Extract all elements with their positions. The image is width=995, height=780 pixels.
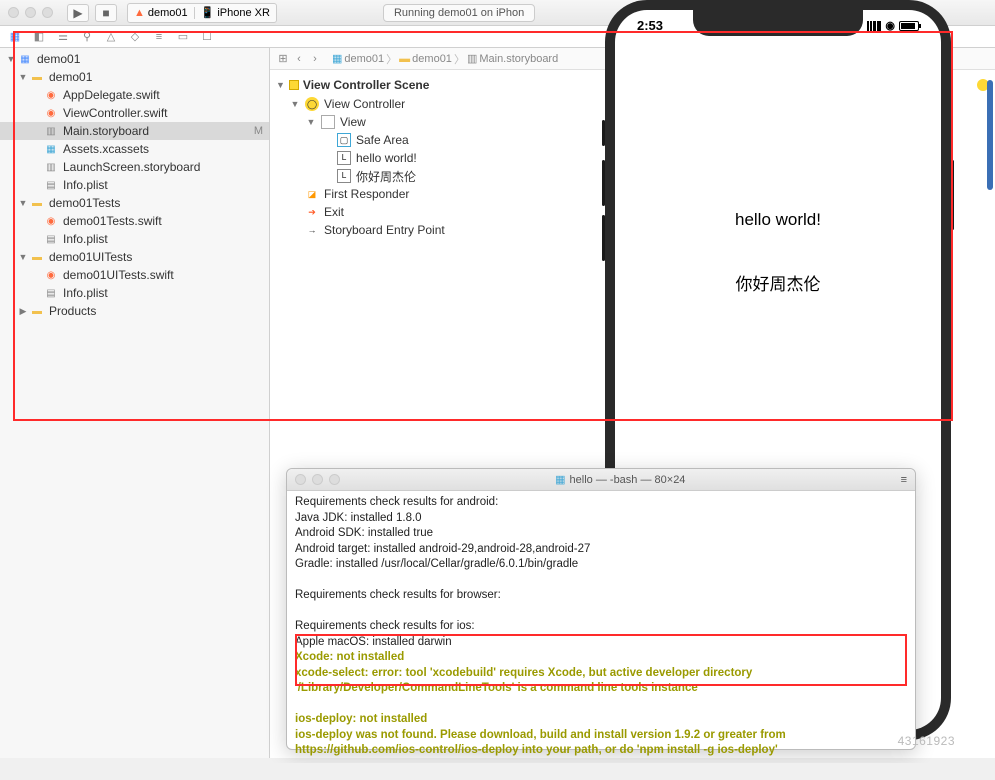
- safearea-icon: ▢: [337, 133, 351, 147]
- nav-item-demo01tests-swift[interactable]: ◉demo01Tests.swift: [0, 212, 269, 230]
- label-icon: L: [337, 169, 351, 183]
- crumb-2[interactable]: demo01: [412, 53, 452, 65]
- plist-icon: ▤: [43, 232, 59, 246]
- plist-icon: ▤: [43, 286, 59, 300]
- nav-tab-icon[interactable]: ☐: [200, 30, 214, 43]
- sim-volume-up[interactable]: [602, 160, 605, 206]
- sb-icon: ▥: [43, 124, 59, 138]
- window-controls: [8, 7, 53, 18]
- terminal-titlebar: ▦ hello — -bash — 80×24 ≡: [287, 469, 915, 491]
- terminal-output[interactable]: Requirements check results for android: …: [287, 491, 915, 763]
- proj-icon: ▦: [17, 52, 33, 66]
- app-label-1: hello world!: [615, 210, 941, 230]
- nav-item-demo01[interactable]: ▼▬demo01: [0, 68, 269, 86]
- forward-icon[interactable]: ›: [308, 53, 322, 65]
- project-nav-icon[interactable]: ▦: [8, 30, 22, 43]
- nav-item-demo01[interactable]: ▼▦demo01: [0, 50, 269, 68]
- minimize-dot[interactable]: [25, 7, 36, 18]
- page-scrollbar[interactable]: [987, 80, 993, 190]
- app-content: hello world! 你好周杰伦: [615, 210, 941, 335]
- firstresponder-icon: ◪: [305, 187, 319, 201]
- vc-icon: ◯: [305, 97, 319, 111]
- assets-icon: ▦: [43, 142, 59, 156]
- issue-icon[interactable]: △: [104, 30, 118, 43]
- search-icon[interactable]: ⚲: [80, 30, 94, 43]
- exit-icon: ➔: [305, 205, 319, 219]
- grid-icon[interactable]: ⊞: [276, 52, 290, 65]
- sim-status-bar: 2:53 ◉: [615, 18, 941, 33]
- sim-mute-switch[interactable]: [602, 120, 605, 146]
- swift-icon: ◉: [43, 106, 59, 120]
- sim-power-button[interactable]: [951, 160, 954, 230]
- crumb-1[interactable]: demo01: [344, 53, 384, 65]
- nav-tab-icon[interactable]: ◧: [32, 30, 46, 43]
- nav-item-viewcontroller-swift[interactable]: ◉ViewController.swift: [0, 104, 269, 122]
- nav-item-assets-xcassets[interactable]: ▦Assets.xcassets: [0, 140, 269, 158]
- sim-volume-down[interactable]: [602, 215, 605, 261]
- nav-item-info-plist[interactable]: ▤Info.plist: [0, 230, 269, 248]
- nav-item-products[interactable]: ▶▬Products: [0, 302, 269, 320]
- label-icon: L: [337, 151, 351, 165]
- swift-icon: ◉: [43, 88, 59, 102]
- scheme-device: iPhone XR: [217, 7, 270, 19]
- battery-icon: [899, 21, 919, 31]
- scheme-selector[interactable]: ▲demo01 📱iPhone XR: [127, 3, 277, 23]
- nav-item-demo01tests[interactable]: ▼▬demo01Tests: [0, 194, 269, 212]
- nav-item-demo01uitests[interactable]: ▼▬demo01UITests: [0, 248, 269, 266]
- run-button[interactable]: ▶: [67, 4, 89, 22]
- folder-icon: ▬: [29, 250, 45, 264]
- nav-tab-icon[interactable]: ☰: [56, 30, 70, 43]
- project-navigator: ▼▦demo01▼▬demo01◉AppDelegate.swift◉ViewC…: [0, 48, 270, 758]
- terminal-menu-icon[interactable]: ≡: [901, 474, 907, 486]
- entry-icon: →: [305, 223, 319, 237]
- nav-item-launchscreen-storyboard[interactable]: ▥LaunchScreen.storyboard: [0, 158, 269, 176]
- sim-clock: 2:53: [637, 18, 663, 33]
- activity-status: Running demo01 on iPhon: [383, 4, 535, 22]
- nav-item-main-storyboard[interactable]: ▥Main.storyboardM: [0, 122, 269, 140]
- nav-tab-icon[interactable]: ◇: [128, 30, 142, 43]
- close-dot[interactable]: [295, 474, 306, 485]
- nav-item-info-plist[interactable]: ▤Info.plist: [0, 176, 269, 194]
- zoom-dot[interactable]: [329, 474, 340, 485]
- nav-item-appdelegate-swift[interactable]: ◉AppDelegate.swift: [0, 86, 269, 104]
- minimize-dot[interactable]: [312, 474, 323, 485]
- folder-icon: ▬: [29, 70, 45, 84]
- terminal-window[interactable]: ▦hello — -bash — 80×24 ≡ Requirements ch…: [286, 468, 916, 750]
- app-label-2: 你好周杰伦: [615, 270, 941, 295]
- sb-icon: ▥: [43, 160, 59, 174]
- zoom-dot[interactable]: [42, 7, 53, 18]
- crumb-3[interactable]: Main.storyboard: [479, 53, 558, 65]
- scene-icon: [289, 80, 299, 90]
- scheme-project: demo01: [148, 7, 188, 19]
- swift-icon: ◉: [43, 268, 59, 282]
- view-icon: [321, 115, 335, 129]
- nav-tab-icon[interactable]: ▭: [176, 30, 190, 43]
- signal-icon: [867, 21, 881, 31]
- wifi-icon: ◉: [885, 19, 895, 32]
- folder-icon: ▬: [29, 196, 45, 210]
- terminal-title: hello — -bash — 80×24: [570, 474, 686, 486]
- nav-tab-icon[interactable]: ≡: [152, 31, 166, 43]
- nav-item-demo01uitests-swift[interactable]: ◉demo01UITests.swift: [0, 266, 269, 284]
- back-icon[interactable]: ‹: [292, 53, 306, 65]
- nav-item-info-plist[interactable]: ▤Info.plist: [0, 284, 269, 302]
- swift-icon: ◉: [43, 214, 59, 228]
- close-dot[interactable]: [8, 7, 19, 18]
- plist-icon: ▤: [43, 178, 59, 192]
- stop-button[interactable]: ■: [95, 4, 117, 22]
- scene-title: View Controller Scene: [303, 78, 430, 92]
- folder-icon: ▦: [555, 473, 565, 486]
- folder-icon: ▬: [29, 304, 45, 318]
